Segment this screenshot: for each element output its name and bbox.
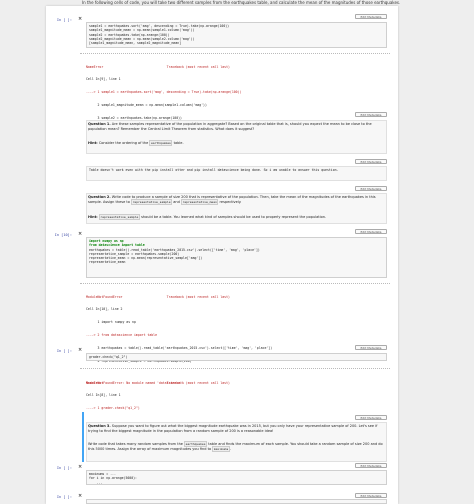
question-3-text: Question 3. Suppose you want to figure o… <box>88 424 387 433</box>
edit-metadata-button[interactable]: Edit Metadata <box>355 229 387 234</box>
question-body: Suppose you want to figure out what the … <box>88 424 378 433</box>
edit-metadata-button[interactable]: Edit Metadata <box>355 415 387 420</box>
inline-code: representative_sample <box>98 214 140 220</box>
code-line: grader.check("q1_2") <box>89 355 128 359</box>
output-separator <box>80 283 390 284</box>
code-line: ... <box>89 480 103 485</box>
edit-metadata-button[interactable]: Edit Metadata <box>355 345 387 350</box>
error-line: Cell In[9], line 1 <box>86 77 121 82</box>
error-line: 2 sample1_magnitude_mean = np.mean(sampl… <box>86 103 207 108</box>
question-title: Question 1. <box>88 122 111 126</box>
cell-marker-icon: × <box>78 16 83 22</box>
error-line: ModuleNotFoundError Traceback (most rece… <box>86 294 230 299</box>
cell-marker-icon: × <box>78 493 83 499</box>
instruction-text: Write code that takes many random sample… <box>88 442 185 446</box>
and-text: and <box>172 199 181 204</box>
code-cell-1[interactable]: In [ ]: × Edit Metadata sample1 = earthq… <box>46 10 398 142</box>
active-cell-indicator <box>82 412 84 462</box>
code-cell-3[interactable]: In [ ]: × Edit Metadata grader.check("q1… <box>46 341 398 432</box>
code-cell-5[interactable]: In [ ]: × Edit Metadata <box>46 492 398 504</box>
answer-text: Table doesn't work even with the pip ins… <box>89 168 339 172</box>
inline-code: earthquakes <box>149 140 173 146</box>
markdown-cell-q2[interactable]: Edit Metadata Question 2. Write code to … <box>46 184 398 224</box>
edit-metadata-button[interactable]: Edit Metadata <box>355 14 387 19</box>
markdown-cell-answer[interactable]: Edit Metadata Table doesn't work even wi… <box>46 156 398 184</box>
edit-metadata-button[interactable]: Edit Metadata <box>355 463 387 468</box>
question-title: Question 3. <box>88 424 111 428</box>
question-title: Question 2. <box>88 195 111 199</box>
cell-prompt: In [10]: <box>54 233 72 237</box>
edit-metadata-button[interactable]: Edit Metadata <box>355 112 387 117</box>
code-input[interactable] <box>86 499 387 504</box>
error-line: ----> 2 from datascience import table <box>86 333 158 338</box>
edit-metadata-button[interactable]: Edit Metadata <box>355 493 387 498</box>
code-input[interactable]: import numpy as np from datascience impo… <box>86 237 387 278</box>
code-input[interactable]: sample1 = earthquakes.sort('mag', descen… <box>86 22 387 48</box>
cell-prompt: In [ ]: <box>56 466 72 470</box>
hint-text: Consider the ordering of the <box>97 141 150 145</box>
cell-marker-icon: × <box>78 464 83 470</box>
edit-metadata-button[interactable]: Edit Metadata <box>355 186 387 191</box>
cell-marker-icon: × <box>78 347 83 353</box>
error-line: Cell In[10], line 2 <box>86 307 123 312</box>
output-separator <box>80 368 390 369</box>
cell-prompt: In [ ]: <box>56 18 72 22</box>
edit-metadata-button[interactable]: Edit Metadata <box>355 159 387 164</box>
instruction-end: . <box>229 446 231 451</box>
inline-code: maximums <box>212 445 230 452</box>
markdown-cell-q1[interactable]: Edit Metadata Question 1. Are these samp… <box>46 109 398 155</box>
error-line: NameError Traceback (most recent call la… <box>86 380 230 385</box>
error-line: NameError Traceback (most recent call la… <box>86 64 230 69</box>
error-line: Cell In[8], line 1 <box>86 393 121 398</box>
end-text: respectively. <box>218 199 242 204</box>
question-2-text: Question 2. Write code to produce a samp… <box>88 195 387 205</box>
code-line: [sample1_magnitude_mean, sample2_magnitu… <box>89 41 182 46</box>
intro-text: In the following cells of code, you will… <box>82 0 401 5</box>
answer-box[interactable]: Table doesn't work even with the pip ins… <box>86 166 387 181</box>
cell-prompt: In [ ]: <box>56 349 72 353</box>
error-line: ----> 1 sample1 = earthquakes.sort('mag'… <box>86 90 242 95</box>
question-1-hint: Hint: Consider the ordering of the earth… <box>88 140 387 146</box>
question-body: Are these samples representative of the … <box>88 122 372 131</box>
question-3-instructions: Write code that takes many random sample… <box>88 441 387 452</box>
code-input[interactable]: maximums = ... for i in np.arange(5000):… <box>86 470 387 485</box>
cell-marker-icon: × <box>78 231 83 237</box>
hint-text: should be a table. You learned what kind… <box>139 215 327 219</box>
cell-prompt: In [ ]: <box>56 495 72 499</box>
notebook-page: In [ ]: × Edit Metadata sample1 = earthq… <box>46 6 398 504</box>
code-cell-2[interactable]: In [10]: × Edit Metadata import numpy as… <box>46 225 398 385</box>
output-separator <box>80 53 390 54</box>
hint-label: Hint: <box>88 215 98 219</box>
question-2-hint: Hint: representative_sample should be a … <box>88 214 387 220</box>
inline-code: representative_sample <box>130 198 173 205</box>
markdown-cell-q3[interactable]: Edit Metadata Question 3. Suppose you wa… <box>46 410 398 462</box>
error-line: 1 import numpy as np <box>86 320 136 325</box>
question-1-text: Question 1. Are these samples representa… <box>88 122 387 131</box>
hint-label: Hint: <box>88 141 98 145</box>
hint-end: table. <box>172 141 184 145</box>
code-input[interactable]: grader.check("q1_2") <box>86 353 387 361</box>
inline-code: representative_mean <box>180 198 219 205</box>
code-cell-4[interactable]: In [ ]: × Edit Metadata maximums = ... f… <box>46 462 398 492</box>
code-line: representative_mean <box>89 260 126 265</box>
